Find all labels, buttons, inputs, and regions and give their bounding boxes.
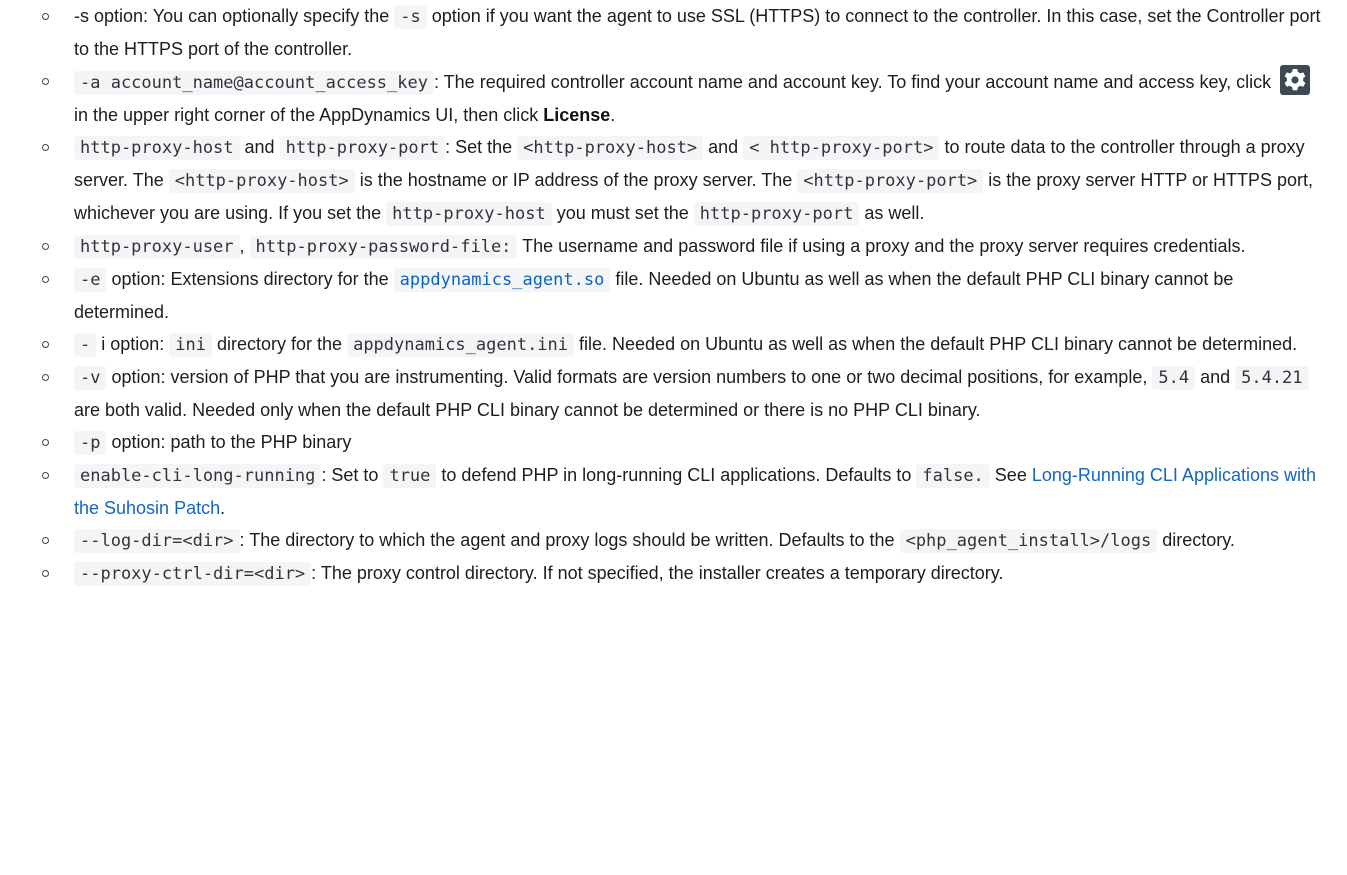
option-text: . (610, 105, 616, 125)
option-text: option: path to the PHP binary (106, 432, 352, 452)
inline-code: --proxy-ctrl-dir=<dir> (74, 562, 312, 586)
option-text: directory. (1157, 530, 1235, 550)
option-text: to defend PHP in long-running CLI applic… (436, 465, 917, 485)
inline-code: ini (169, 333, 213, 357)
option-enable-cli-long-running: enable-cli-long-running: Set to true to … (42, 459, 1323, 524)
option-text: : Set the (445, 137, 518, 157)
option-a: -a account_name@account_access_key: The … (42, 65, 1323, 131)
option-text: directory for the (212, 334, 348, 354)
inline-code: http-proxy-host (74, 136, 240, 160)
inline-code: 5.4 (1152, 366, 1196, 390)
option-text: option: Extensions directory for the (106, 269, 394, 289)
options-list-container: -s option: You can optionally specify th… (0, 0, 1347, 590)
option-text: : The proxy control directory. If not sp… (311, 563, 1004, 583)
option-v: -v option: version of PHP that you are i… (42, 361, 1323, 426)
inline-code: false. (916, 464, 990, 488)
option-text: -s option: You can optionally specify th… (74, 6, 395, 26)
option-text: and (239, 137, 280, 157)
inline-code: true (383, 464, 437, 488)
option-http-proxy-host-port: http-proxy-host and http-proxy-port: Set… (42, 131, 1323, 230)
option-text: in the upper right corner of the AppDyna… (74, 105, 544, 125)
option-text: you must set the (551, 203, 694, 223)
inline-code: -a account_name@account_access_key (74, 71, 434, 95)
inline-code: <http-proxy-host> (517, 136, 704, 160)
option-text: . (220, 498, 226, 518)
option-text: file. Needed on Ubuntu as well as when t… (574, 334, 1298, 354)
option-text: i option: (96, 334, 170, 354)
inline-code: http-proxy-port (693, 202, 860, 226)
inline-code: enable-cli-long-running (74, 464, 322, 488)
option-text: as well. (859, 203, 925, 223)
inline-code: http-proxy-host (386, 202, 552, 226)
inline-code: < http-proxy-port> (743, 136, 940, 160)
option-text: The username and password file if using … (517, 236, 1246, 256)
option-text: are both valid. Needed only when the def… (74, 400, 981, 420)
option-text: option: version of PHP that you are inst… (106, 367, 1153, 387)
inline-code: -e (74, 268, 107, 292)
option-http-proxy-user: http-proxy-user, http-proxy-password-fil… (42, 230, 1323, 263)
gear-icon (1280, 65, 1311, 95)
option-text: and (1195, 367, 1236, 387)
option-s: -s option: You can optionally specify th… (42, 0, 1323, 65)
inline-code: appdynamics_agent.ini (347, 333, 575, 357)
inline-code: --log-dir=<dir> (74, 529, 240, 553)
inline-code: http-proxy-password-file: (249, 235, 518, 259)
option-text: : The directory to which the agent and p… (239, 530, 900, 550)
option-text: is the hostname or IP address of the pro… (354, 170, 798, 190)
inline-code: -v (74, 366, 107, 390)
option-text: and (703, 137, 744, 157)
option-text: See (989, 465, 1032, 485)
inline-code: 5.4.21 (1235, 366, 1309, 390)
inline-code: http-proxy-port (279, 136, 446, 160)
option-text: : Set to (321, 465, 384, 485)
inline-code: <http-proxy-host> (168, 169, 355, 193)
license-label: License (543, 105, 611, 125)
inline-code: appdynamics_agent.so (393, 268, 611, 292)
option-text: : The required controller account name a… (434, 72, 1277, 92)
option-e: -e option: Extensions directory for the … (42, 263, 1323, 328)
inline-code: <http-proxy-port> (797, 169, 984, 193)
inline-code: -p (74, 431, 107, 455)
option-text: , (239, 236, 250, 256)
options-list: -s option: You can optionally specify th… (42, 0, 1323, 590)
inline-code: http-proxy-user (74, 235, 240, 259)
inline-code: <php_agent_install>/logs (899, 529, 1158, 553)
option-log-dir: --log-dir=<dir>: The directory to which … (42, 524, 1323, 557)
option-proxy-ctrl-dir: --proxy-ctrl-dir=<dir>: The proxy contro… (42, 557, 1323, 590)
inline-code: -s (394, 5, 427, 29)
inline-code: - (74, 333, 97, 357)
option-i: - i option: ini directory for the appdyn… (42, 328, 1323, 361)
option-p: -p option: path to the PHP binary (42, 426, 1323, 459)
